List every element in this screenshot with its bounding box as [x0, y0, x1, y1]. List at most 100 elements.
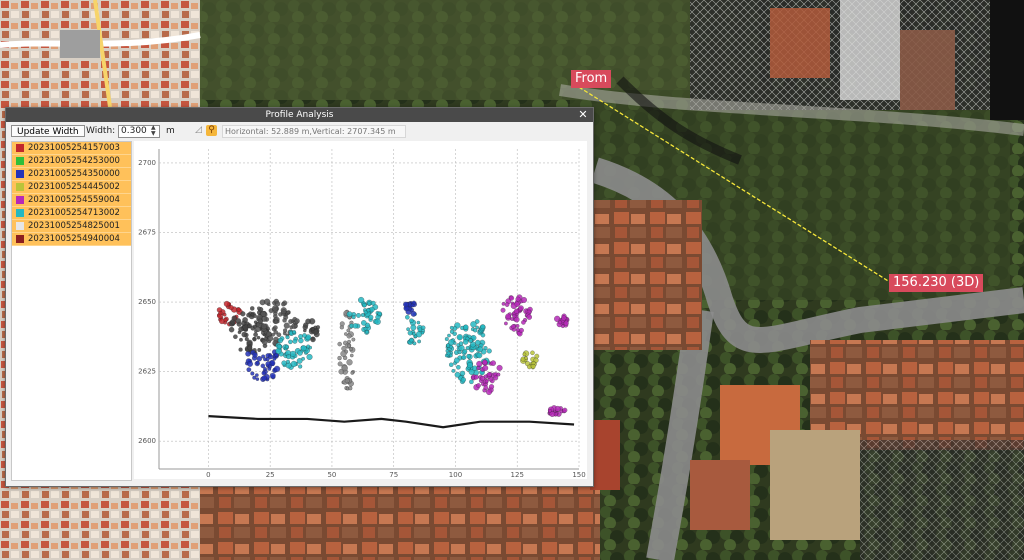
point-cloud-point: [282, 318, 287, 323]
layer-item[interactable]: 20231005254825001: [12, 220, 131, 233]
layer-color-swatch: [16, 196, 24, 204]
point-cloud-point: [346, 333, 352, 339]
layer-list[interactable]: 20231005254157003 20231005254253000 202310…: [11, 141, 132, 481]
point-cloud-point: [297, 350, 303, 356]
point-cloud-point: [263, 336, 268, 341]
x-tick-label: 125: [511, 471, 524, 479]
point-cloud-point: [461, 355, 467, 360]
point-cloud-point: [257, 318, 263, 324]
width-spinner-icon[interactable]: ▲ ▼: [151, 125, 157, 137]
point-cloud-point: [480, 324, 486, 330]
close-icon[interactable]: ✕: [577, 108, 589, 122]
profile-chart[interactable]: 0 25 50 75 100 125 150 2600 2625 2650 2675 2700: [134, 141, 587, 479]
point-cloud-point: [281, 302, 286, 307]
layer-item[interactable]: 20231005254940004: [12, 233, 131, 246]
point-cloud-point: [479, 375, 486, 382]
point-cloud-point: [341, 364, 348, 372]
point-cloud-point: [247, 345, 253, 351]
profile-analysis-window[interactable]: Profile Analysis ✕ Update Width Width: 0…: [5, 107, 594, 487]
point-cloud-point: [292, 330, 297, 334]
layer-color-swatch: [16, 222, 24, 230]
point-cloud-point: [449, 353, 453, 358]
layer-item[interactable]: 20231005254445002: [12, 181, 131, 194]
point-cloud-point: [305, 318, 311, 325]
point-cloud-point: [267, 364, 272, 369]
point-cloud-point: [449, 325, 454, 330]
layer-item[interactable]: 20231005254157003: [12, 142, 131, 155]
layer-item[interactable]: 20231005254350000: [12, 168, 131, 181]
window-title-bar[interactable]: Profile Analysis ✕: [6, 108, 593, 122]
point-cloud-point: [361, 320, 367, 326]
point-cloud-point: [370, 300, 376, 306]
point-cloud-point: [466, 354, 471, 359]
point-cloud-point: [223, 318, 228, 323]
point-cloud-point: [253, 332, 258, 337]
point-cloud-point: [346, 311, 353, 318]
coordinate-readout: Horizontal: 52.889 m,Vertical: 2707.345 …: [222, 125, 406, 138]
point-cloud-point: [515, 296, 521, 302]
point-cloud-point: [510, 317, 514, 321]
point-cloud-point: [410, 310, 417, 317]
point-cloud-point: [405, 314, 410, 320]
point-cloud-point: [454, 371, 461, 378]
point-cloud-point: [412, 332, 416, 336]
point-cloud-point: [298, 337, 304, 344]
point-cloud-point: [290, 360, 297, 368]
point-cloud-point: [560, 324, 565, 329]
point-cloud-point: [366, 308, 371, 313]
point-cloud-point: [288, 339, 293, 345]
point-cloud-point: [505, 313, 511, 320]
point-cloud-point: [294, 318, 300, 324]
layer-item[interactable]: 20231005254253000: [12, 155, 131, 168]
layer-item[interactable]: 20231005254713002: [12, 207, 131, 220]
point-cloud-point: [273, 319, 279, 325]
point-cloud-point: [285, 335, 290, 340]
pencil-icon[interactable]: ◿: [193, 125, 204, 136]
measure-distance-label: 156.230 (3D): [889, 274, 984, 292]
point-cloud-point: [246, 312, 251, 318]
point-cloud-point: [260, 311, 267, 317]
point-cloud-point: [416, 320, 421, 325]
point-cloud-point: [417, 339, 421, 344]
layer-name: 20231005254940004: [28, 234, 120, 244]
update-width-button[interactable]: Update Width: [11, 125, 85, 137]
point-cloud-point: [476, 360, 483, 367]
point-cloud-point: [403, 301, 409, 308]
layer-color-swatch: [16, 170, 24, 178]
point-cloud-point: [289, 350, 296, 357]
point-cloud-point: [337, 341, 342, 347]
profile-toolbar: Update Width Width: 0.300 ▲ ▼ m ◿ ⚲ Horiz…: [6, 124, 593, 140]
layer-name: 20231005254713002: [28, 208, 120, 218]
point-cloud-point: [337, 355, 342, 361]
point-cloud-point: [242, 317, 248, 323]
point-cloud-point: [306, 344, 311, 349]
point-cloud-point: [252, 336, 257, 342]
point-cloud-point: [524, 356, 528, 360]
point-cloud-point: [250, 371, 255, 376]
point-cloud-point: [496, 364, 503, 371]
point-cloud-point: [407, 330, 413, 336]
point-cloud-point: [349, 353, 354, 358]
point-cloud-point: [240, 311, 246, 317]
ground-profile-series: [208, 415, 575, 429]
y-tick-label: 2675: [138, 228, 156, 236]
layer-name: 20231005254157003: [28, 143, 120, 153]
point-cloud-point: [286, 310, 290, 315]
point-cloud-point: [501, 302, 506, 306]
point-cloud-point: [453, 357, 460, 364]
point-cloud-point: [449, 362, 454, 367]
point-cloud-point: [488, 384, 495, 390]
point-cloud-point: [350, 371, 355, 375]
point-cloud-point: [500, 307, 506, 313]
point-cloud-point: [255, 360, 260, 365]
magnifier-icon[interactable]: ⚲: [206, 125, 217, 136]
point-cloud-point: [256, 355, 263, 362]
point-cloud-point: [347, 339, 351, 344]
layer-item[interactable]: 20231005254559004: [12, 194, 131, 207]
point-cloud-point: [255, 326, 261, 332]
x-tick-label: 100: [449, 471, 462, 479]
point-cloud-point: [238, 326, 244, 332]
point-cloud-point: [244, 337, 249, 342]
point-cloud-point: [417, 327, 423, 332]
point-cloud-point: [473, 328, 478, 333]
